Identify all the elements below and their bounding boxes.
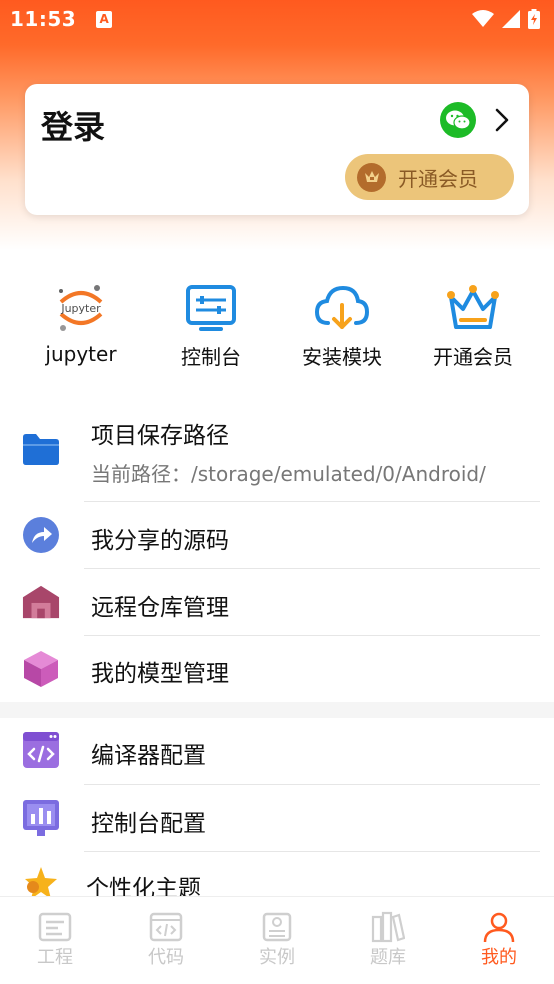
shortcut-label: 安装模块 <box>302 345 382 369</box>
nav-tab-examples[interactable]: 实例 <box>222 911 332 971</box>
shortcut-vip[interactable]: 开通会员 <box>413 282 533 370</box>
nav-label: 代码 <box>148 947 184 968</box>
cube-icon <box>22 650 60 688</box>
section-separator <box>0 702 554 718</box>
project-icon <box>37 911 73 943</box>
nav-tab-code[interactable]: 代码 <box>111 911 221 971</box>
nav-label: 工程 <box>37 947 73 968</box>
crown-icon <box>443 282 503 333</box>
battery-icon <box>528 9 540 29</box>
nav-tab-project[interactable]: 工程 <box>0 911 110 971</box>
shortcut-label: 控制台 <box>181 345 241 369</box>
menu-item-theme[interactable]: 个性化主题 <box>0 852 554 896</box>
crown-icon <box>357 162 386 192</box>
shortcut-jupyter[interactable]: Jupyter jupyter <box>21 282 141 370</box>
menu-item-title: 控制台配置 <box>91 811 206 837</box>
example-icon <box>259 911 295 943</box>
wifi-icon <box>472 10 494 27</box>
shortcut-grid: Jupyter jupyter 控制台 安装模块 开通会员 <box>0 282 554 370</box>
folder-icon <box>22 430 60 468</box>
login-title[interactable]: 登录 <box>41 102 105 148</box>
menu-item-my-shared-code[interactable]: 我分享的源码 <box>0 502 554 569</box>
nav-tab-mine[interactable]: 我的 <box>444 911 554 971</box>
share-icon <box>22 516 60 554</box>
code-window-icon <box>22 731 60 769</box>
menu-item-title: 远程仓库管理 <box>91 595 229 621</box>
status-bar: 11:53 A <box>0 0 554 38</box>
menu-item-title: 我分享的源码 <box>91 528 229 554</box>
menu-item-title: 项目保存路径 <box>91 423 229 449</box>
shortcut-install-module[interactable]: 安装模块 <box>282 282 402 370</box>
cloud-download-icon <box>312 282 372 333</box>
nav-label: 实例 <box>259 947 295 968</box>
theme-star-icon <box>22 864 60 896</box>
menu-item-my-models[interactable]: 我的模型管理 <box>0 636 554 702</box>
books-icon <box>370 911 406 943</box>
code-icon <box>148 911 184 943</box>
nav-tab-question-bank[interactable]: 题库 <box>333 911 443 971</box>
menu-item-save-path[interactable]: 项目保存路径 当前路径：/storage/emulated/0/Android/ <box>0 404 554 502</box>
menu-item-remote-repo[interactable]: 远程仓库管理 <box>0 569 554 636</box>
jupyter-logo-icon: Jupyter <box>51 282 111 334</box>
current-path-text: 当前路径：/storage/emulated/0/Android/ <box>91 462 486 486</box>
console-icon <box>181 282 241 333</box>
menu-item-compiler-config[interactable]: 编译器配置 <box>0 718 554 785</box>
chevron-right-icon[interactable] <box>489 106 515 134</box>
menu-item-title: 个性化主题 <box>86 876 201 896</box>
warehouse-icon <box>22 583 60 621</box>
wechat-icon[interactable] <box>440 102 476 138</box>
menu-item-title: 我的模型管理 <box>91 661 229 687</box>
jupyter-logo-text: Jupyter <box>60 302 101 315</box>
chart-monitor-icon <box>22 799 60 837</box>
signal-icon <box>502 10 520 28</box>
status-time: 11:53 <box>10 7 77 31</box>
shortcut-label: 开通会员 <box>433 345 513 369</box>
nav-label: 我的 <box>481 947 517 968</box>
status-icons <box>472 9 540 29</box>
menu-item-title: 编译器配置 <box>91 743 206 769</box>
shortcut-label: jupyter <box>45 342 117 366</box>
shortcut-console[interactable]: 控制台 <box>151 282 271 370</box>
person-icon <box>481 911 517 943</box>
vip-button-label: 开通会员 <box>398 166 478 191</box>
login-card[interactable]: 登录 开通会员 <box>25 84 529 215</box>
vip-button[interactable]: 开通会员 <box>345 154 514 200</box>
notification-icon: A <box>96 10 113 28</box>
bottom-nav: 工程 代码 实例 题库 我的 <box>0 896 554 984</box>
nav-label: 题库 <box>370 947 406 968</box>
menu-item-console-config[interactable]: 控制台配置 <box>0 785 554 852</box>
